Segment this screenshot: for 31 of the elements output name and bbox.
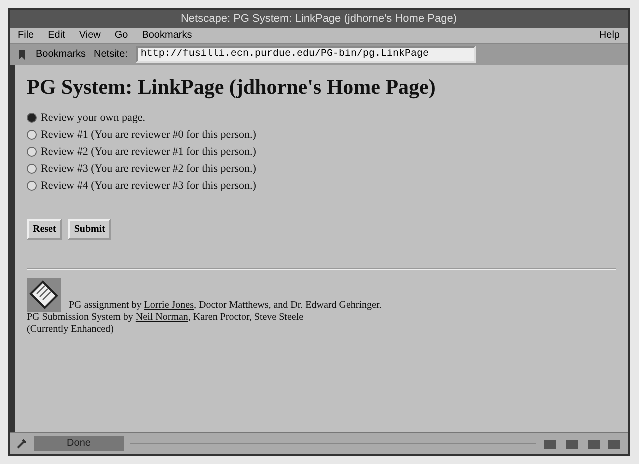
form-button[interactable]: Submit [68,219,112,240]
menu-item[interactable]: Help [599,30,620,41]
page-heading: PG System: LinkPage (jdhorne's Home Page) [27,75,437,100]
author-link[interactable]: Neil Norman [136,312,188,323]
option-label: Review #1 (You are reviewer #0 for this person.) [41,129,256,141]
menu-item[interactable]: File [18,30,34,41]
option-label: Review #3 (You are reviewer #2 for this person.) [41,163,256,175]
radio-button[interactable] [27,113,37,123]
option-label: Review your own page. [41,112,146,124]
radio-button[interactable] [27,181,37,191]
location-label: Netsite: [94,49,128,60]
author-link[interactable]: Lorrie Jones [144,300,194,311]
option-label: Review #2 (You are reviewer #1 for this person.) [41,146,256,158]
radio-button[interactable] [27,164,37,174]
url-field[interactable]: http://fusilli.ecn.purdue.edu/PG-bin/pg.LinkPage [136,46,476,63]
radio-button[interactable] [27,130,37,140]
menu-item[interactable]: Go [114,30,128,41]
credit-line: PG Submission System by Neil Norman, Karen Proctor, Steve Steele [27,312,305,324]
progress-indicator: Done [34,436,124,451]
bookmark-icon[interactable] [16,48,28,60]
option-label: Review #4 (You are reviewer #3 for this person.) [41,180,256,192]
window-title: Netscape: PG System: LinkPage (jdhorne's Home Page) [10,10,628,28]
credit-line: PG assignment by Lorrie Jones, Doctor Matthews, and Dr. Edward Gehringer. [69,300,382,312]
radio-button[interactable] [27,147,37,157]
menu-item[interactable]: View [79,30,101,41]
menu-item[interactable]: Bookmarks [142,30,192,41]
form-button[interactable]: Reset [27,219,62,240]
menu-item[interactable]: Edit [48,30,66,41]
bookmarks-label[interactable]: Bookmarks [36,49,86,60]
notepad-icon [27,278,61,312]
note-text: (Currently Enhanced) [27,324,115,336]
